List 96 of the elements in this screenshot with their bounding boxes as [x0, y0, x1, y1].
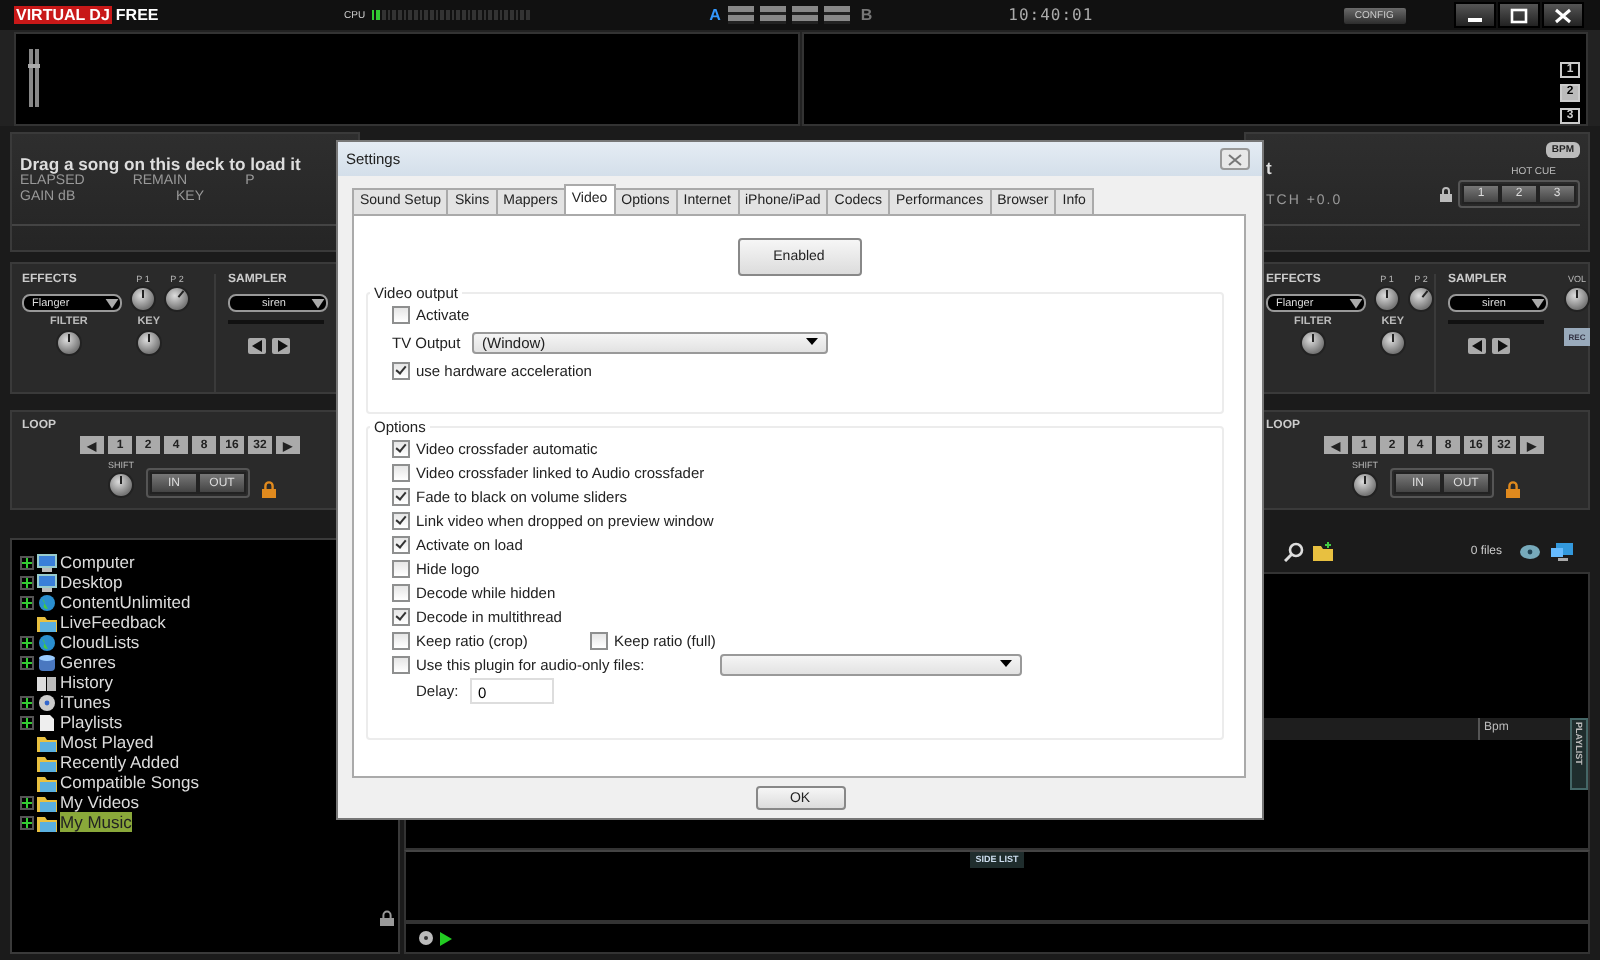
- tree-item[interactable]: History: [60, 672, 113, 692]
- expand-icon[interactable]: [20, 715, 34, 729]
- tree-item[interactable]: Genres: [60, 652, 116, 672]
- checkbox[interactable]: [392, 583, 410, 601]
- checkbox[interactable]: [590, 631, 608, 649]
- logo-edition-text: FREE: [115, 6, 159, 24]
- folder-icon: [36, 613, 58, 631]
- tree-item[interactable]: Computer: [60, 552, 135, 572]
- lock-icon: [262, 480, 276, 498]
- logo-brand-text: VIRTUAL: [14, 6, 88, 24]
- tree-item[interactable]: Playlists: [60, 712, 123, 732]
- checkbox[interactable]: [392, 305, 410, 323]
- minimize-button[interactable]: [1454, 2, 1496, 28]
- book-icon: [36, 673, 58, 691]
- lock-icon: [1506, 480, 1520, 498]
- tree-item[interactable]: Compatible Songs: [60, 772, 199, 792]
- knob[interactable]: [135, 330, 162, 356]
- checkbox[interactable]: [392, 511, 410, 529]
- previous-icon[interactable]: [1468, 338, 1486, 354]
- expand-icon[interactable]: [20, 695, 34, 709]
- deck-message: t: [1266, 158, 1274, 178]
- tree-item[interactable]: Desktop: [60, 572, 123, 592]
- folder-icon[interactable]: [1312, 541, 1334, 562]
- maximize-icon: [1510, 7, 1528, 23]
- tree-item[interactable]: CloudLists: [60, 632, 140, 652]
- knob[interactable]: [1299, 330, 1326, 356]
- monitor-icon: [36, 553, 58, 571]
- tree-item[interactable]: iTunes: [60, 692, 111, 712]
- clock: 10:40:01: [1008, 6, 1094, 24]
- knob[interactable]: [1408, 286, 1434, 312]
- lock-icon: [1440, 186, 1452, 202]
- disc-icon[interactable]: [1518, 541, 1542, 562]
- next-icon[interactable]: [272, 338, 290, 354]
- caret-icon: [806, 338, 818, 346]
- knob[interactable]: [1564, 286, 1590, 312]
- checkbox[interactable]: [392, 631, 410, 649]
- expand-icon[interactable]: [20, 555, 34, 569]
- caret-icon: [1000, 660, 1012, 668]
- folder-icon: [36, 753, 58, 771]
- expand-icon[interactable]: [20, 655, 34, 669]
- position-marker-icon: [28, 48, 40, 108]
- expand-icon[interactable]: [20, 815, 34, 829]
- checkbox[interactable]: [392, 361, 410, 379]
- knob[interactable]: [1374, 286, 1400, 312]
- knob[interactable]: [108, 472, 134, 498]
- checkbox[interactable]: [392, 559, 410, 577]
- disc-icon[interactable]: [418, 930, 434, 947]
- tree-item[interactable]: Recently Added: [60, 752, 180, 772]
- checkbox[interactable]: [392, 535, 410, 553]
- previous-icon[interactable]: [248, 338, 266, 354]
- tree-item[interactable]: ContentUnlimited: [60, 592, 191, 612]
- knob[interactable]: [1352, 472, 1378, 498]
- knob[interactable]: [130, 286, 156, 312]
- page-icon: [36, 713, 58, 731]
- expand-icon[interactable]: [20, 575, 34, 589]
- folder-icon: [36, 813, 58, 831]
- deck-b-label: B: [860, 6, 873, 24]
- next-icon[interactable]: [1492, 338, 1510, 354]
- crossfader-lamp: [792, 6, 819, 24]
- tree-item[interactable]: LiveFeedback: [60, 612, 166, 632]
- checkbox[interactable]: [392, 463, 410, 481]
- crossfader-lamp: [728, 6, 755, 24]
- expand-icon[interactable]: [20, 795, 34, 809]
- tree-item[interactable]: My Music: [60, 812, 132, 832]
- search-icon[interactable]: [1284, 541, 1304, 562]
- tree-item[interactable]: Most Played: [60, 732, 154, 752]
- play-icon[interactable]: [440, 931, 452, 946]
- close-icon: [1554, 7, 1572, 23]
- deck-a-label: A: [709, 6, 721, 24]
- tree-item[interactable]: My Videos: [60, 792, 140, 812]
- expand-icon[interactable]: [20, 595, 34, 609]
- close-icon: [1228, 153, 1242, 165]
- knob[interactable]: [55, 330, 82, 356]
- checkbox[interactable]: [392, 607, 410, 625]
- knob[interactable]: [164, 286, 190, 312]
- database-icon: [36, 653, 58, 671]
- checkbox[interactable]: [392, 439, 410, 457]
- expand-icon[interactable]: [20, 635, 34, 649]
- folder-icon: [36, 733, 58, 751]
- crossfader-lamp: [760, 6, 787, 24]
- lock-icon: [380, 910, 394, 926]
- maximize-button[interactable]: [1498, 2, 1540, 28]
- crossfader-lamp: [824, 6, 851, 24]
- disc-icon: [36, 693, 58, 711]
- checkbox[interactable]: [392, 655, 410, 673]
- close-button[interactable]: [1542, 2, 1584, 28]
- logo-brand-text: DJ: [87, 6, 112, 24]
- checkbox[interactable]: [392, 487, 410, 505]
- monitor-icon: [36, 573, 58, 591]
- plugin-dropdown[interactable]: [720, 653, 1022, 675]
- globe-icon: [36, 593, 58, 611]
- globe-icon: [36, 633, 58, 651]
- folder-icon: [36, 793, 58, 811]
- monitor-icon[interactable]: [1550, 541, 1574, 562]
- folder-icon: [36, 773, 58, 791]
- knob[interactable]: [1379, 330, 1406, 356]
